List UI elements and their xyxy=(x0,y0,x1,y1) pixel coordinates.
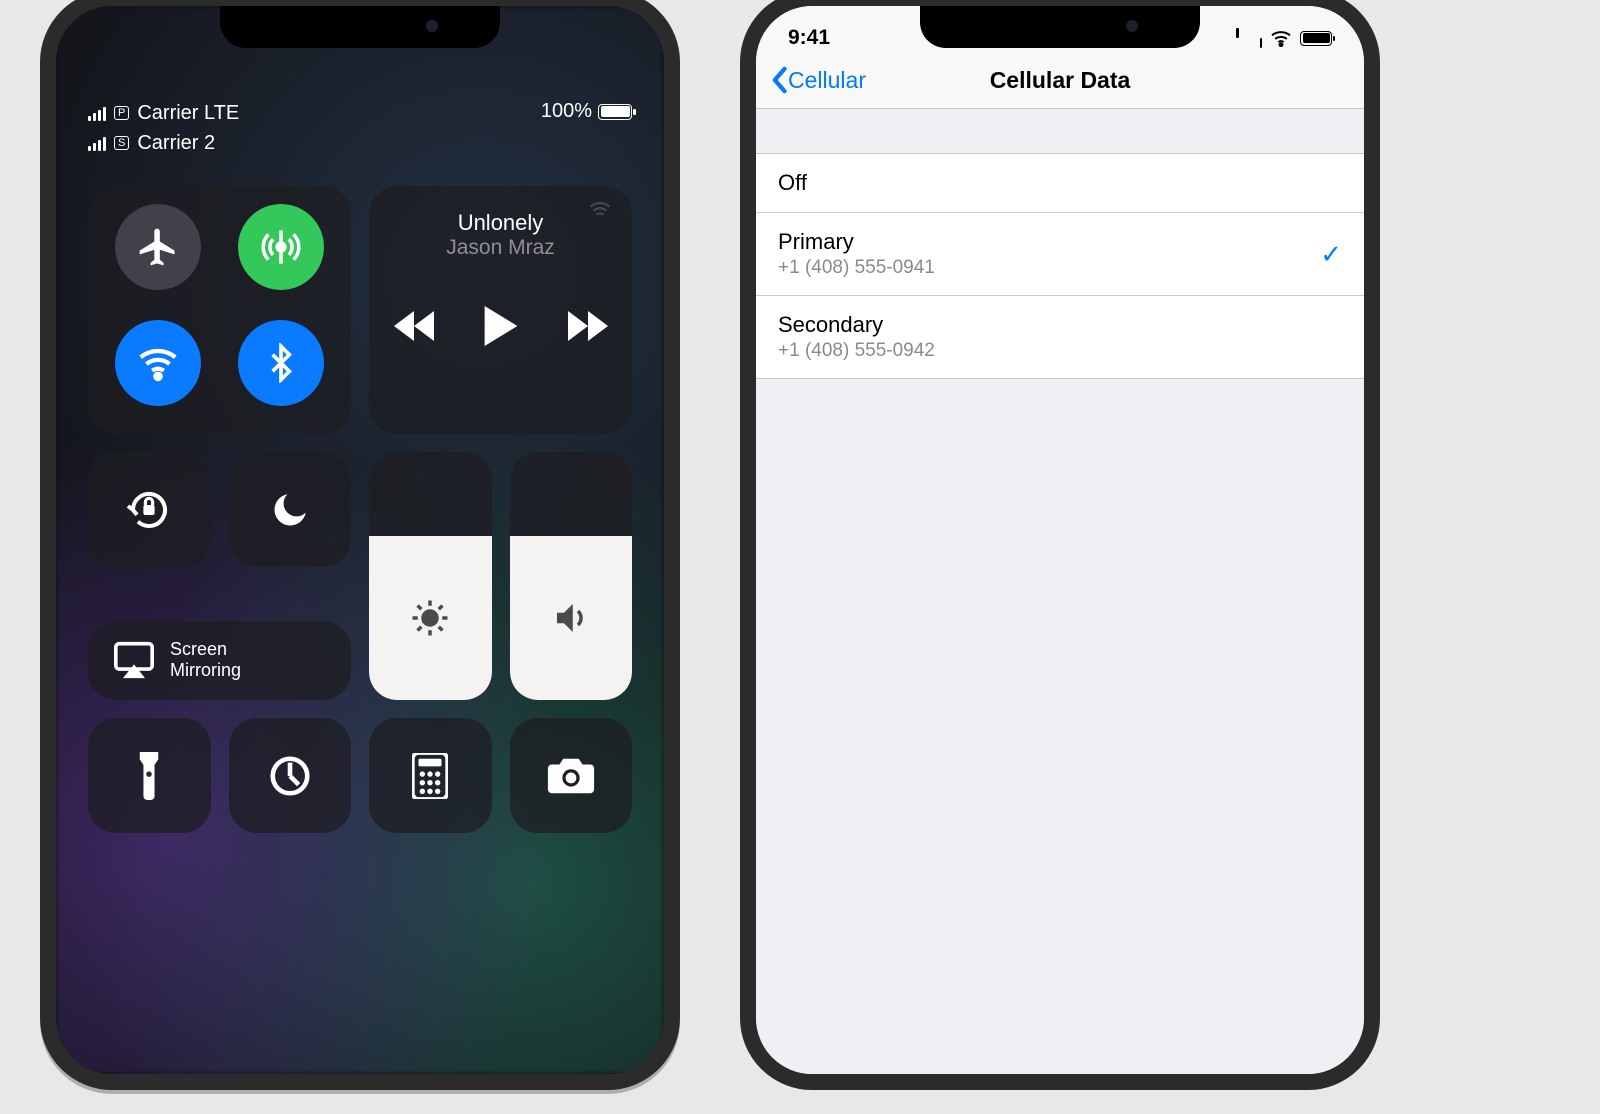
do-not-disturb-tile[interactable] xyxy=(229,452,352,567)
sim-tag-secondary: S xyxy=(114,136,129,150)
option-off-label: Off xyxy=(778,170,807,196)
battery-percent: 100% xyxy=(541,100,592,123)
wifi-icon xyxy=(135,340,181,386)
cellular-data-toggle[interactable] xyxy=(238,204,324,290)
calculator-tile[interactable] xyxy=(369,718,492,833)
option-primary-number: +1 (408) 555-0941 xyxy=(778,257,935,279)
options-group: Off Primary +1 (408) 555-0941 ✓ Secondar… xyxy=(756,153,1364,379)
flashlight-icon xyxy=(135,752,163,800)
timer-icon xyxy=(267,753,313,799)
option-off[interactable]: Off xyxy=(756,154,1364,212)
volume-icon xyxy=(550,597,592,639)
battery-icon xyxy=(1300,31,1332,46)
bluetooth-icon xyxy=(261,343,301,383)
now-playing-tile[interactable]: Unlonely Jason Mraz xyxy=(369,186,632,434)
screen-mirroring-label-2: Mirroring xyxy=(170,660,241,682)
carrier-1-label: Carrier LTE xyxy=(137,98,239,128)
phone-settings: 9:41 Cellular Cellular Data Off xyxy=(740,0,1380,1090)
notch xyxy=(920,4,1200,48)
wifi-icon xyxy=(1270,29,1292,47)
cellular-icon xyxy=(260,226,302,268)
dual-signal-icon xyxy=(1236,28,1262,48)
airplane-icon xyxy=(136,225,180,269)
volume-slider[interactable] xyxy=(510,452,633,700)
battery-icon xyxy=(598,104,632,120)
carrier-row-1: P Carrier LTE xyxy=(88,98,239,128)
screen-settings: 9:41 Cellular Cellular Data Off xyxy=(756,6,1364,1074)
calculator-icon xyxy=(412,753,448,799)
control-center: P Carrier LTE S Carrier 2 100% xyxy=(56,6,664,833)
carrier-2-label: Carrier 2 xyxy=(137,128,215,158)
camera-tile[interactable] xyxy=(510,718,633,833)
option-secondary-label: Secondary xyxy=(778,312,935,338)
connectivity-tile[interactable] xyxy=(88,186,351,434)
play-button[interactable] xyxy=(484,306,518,346)
previous-track-button[interactable] xyxy=(394,309,434,343)
sim-tag-primary: P xyxy=(114,106,129,120)
brightness-icon xyxy=(409,597,451,639)
carrier-row-2: S Carrier 2 xyxy=(88,128,239,158)
page-title: Cellular Data xyxy=(990,67,1131,94)
status-time: 9:41 xyxy=(788,26,830,50)
airplay-audio-icon xyxy=(586,202,614,230)
wifi-toggle[interactable] xyxy=(115,320,201,406)
airplay-icon xyxy=(112,640,156,680)
checkmark-icon: ✓ xyxy=(1320,239,1342,270)
now-playing-artist: Jason Mraz xyxy=(446,236,555,260)
phone-control-center: P Carrier LTE S Carrier 2 100% xyxy=(40,0,680,1090)
screen-mirroring-label-1: Screen xyxy=(170,639,241,661)
camera-icon xyxy=(546,756,596,796)
moon-icon xyxy=(269,489,311,531)
now-playing-track: Unlonely xyxy=(458,210,544,236)
back-button[interactable]: Cellular xyxy=(770,66,866,94)
orientation-lock-tile[interactable] xyxy=(88,452,211,567)
bluetooth-toggle[interactable] xyxy=(238,320,324,406)
cc-status-bar: P Carrier LTE S Carrier 2 100% xyxy=(88,98,632,158)
next-track-button[interactable] xyxy=(568,309,608,343)
brightness-slider[interactable] xyxy=(369,452,492,700)
option-primary[interactable]: Primary +1 (408) 555-0941 ✓ xyxy=(756,212,1364,295)
nav-bar: Cellular Cellular Data xyxy=(756,50,1364,109)
signal-bars-icon xyxy=(88,105,106,121)
screen-mirroring-tile[interactable]: Screen Mirroring xyxy=(88,621,351,700)
chevron-left-icon xyxy=(770,66,788,94)
cc-grid: Unlonely Jason Mraz xyxy=(88,186,632,833)
option-primary-label: Primary xyxy=(778,229,935,255)
orientation-lock-icon xyxy=(125,486,173,534)
battery-status: 100% xyxy=(541,98,632,123)
option-secondary-number: +1 (408) 555-0942 xyxy=(778,340,935,362)
back-label: Cellular xyxy=(788,67,866,94)
notch xyxy=(220,4,500,48)
signal-bars-icon xyxy=(88,135,106,151)
flashlight-tile[interactable] xyxy=(88,718,211,833)
dual-carriers: P Carrier LTE S Carrier 2 xyxy=(88,98,239,158)
option-secondary[interactable]: Secondary +1 (408) 555-0942 xyxy=(756,295,1364,378)
timer-tile[interactable] xyxy=(229,718,352,833)
airplane-mode-toggle[interactable] xyxy=(115,204,201,290)
screen-cc: P Carrier LTE S Carrier 2 100% xyxy=(56,6,664,1074)
